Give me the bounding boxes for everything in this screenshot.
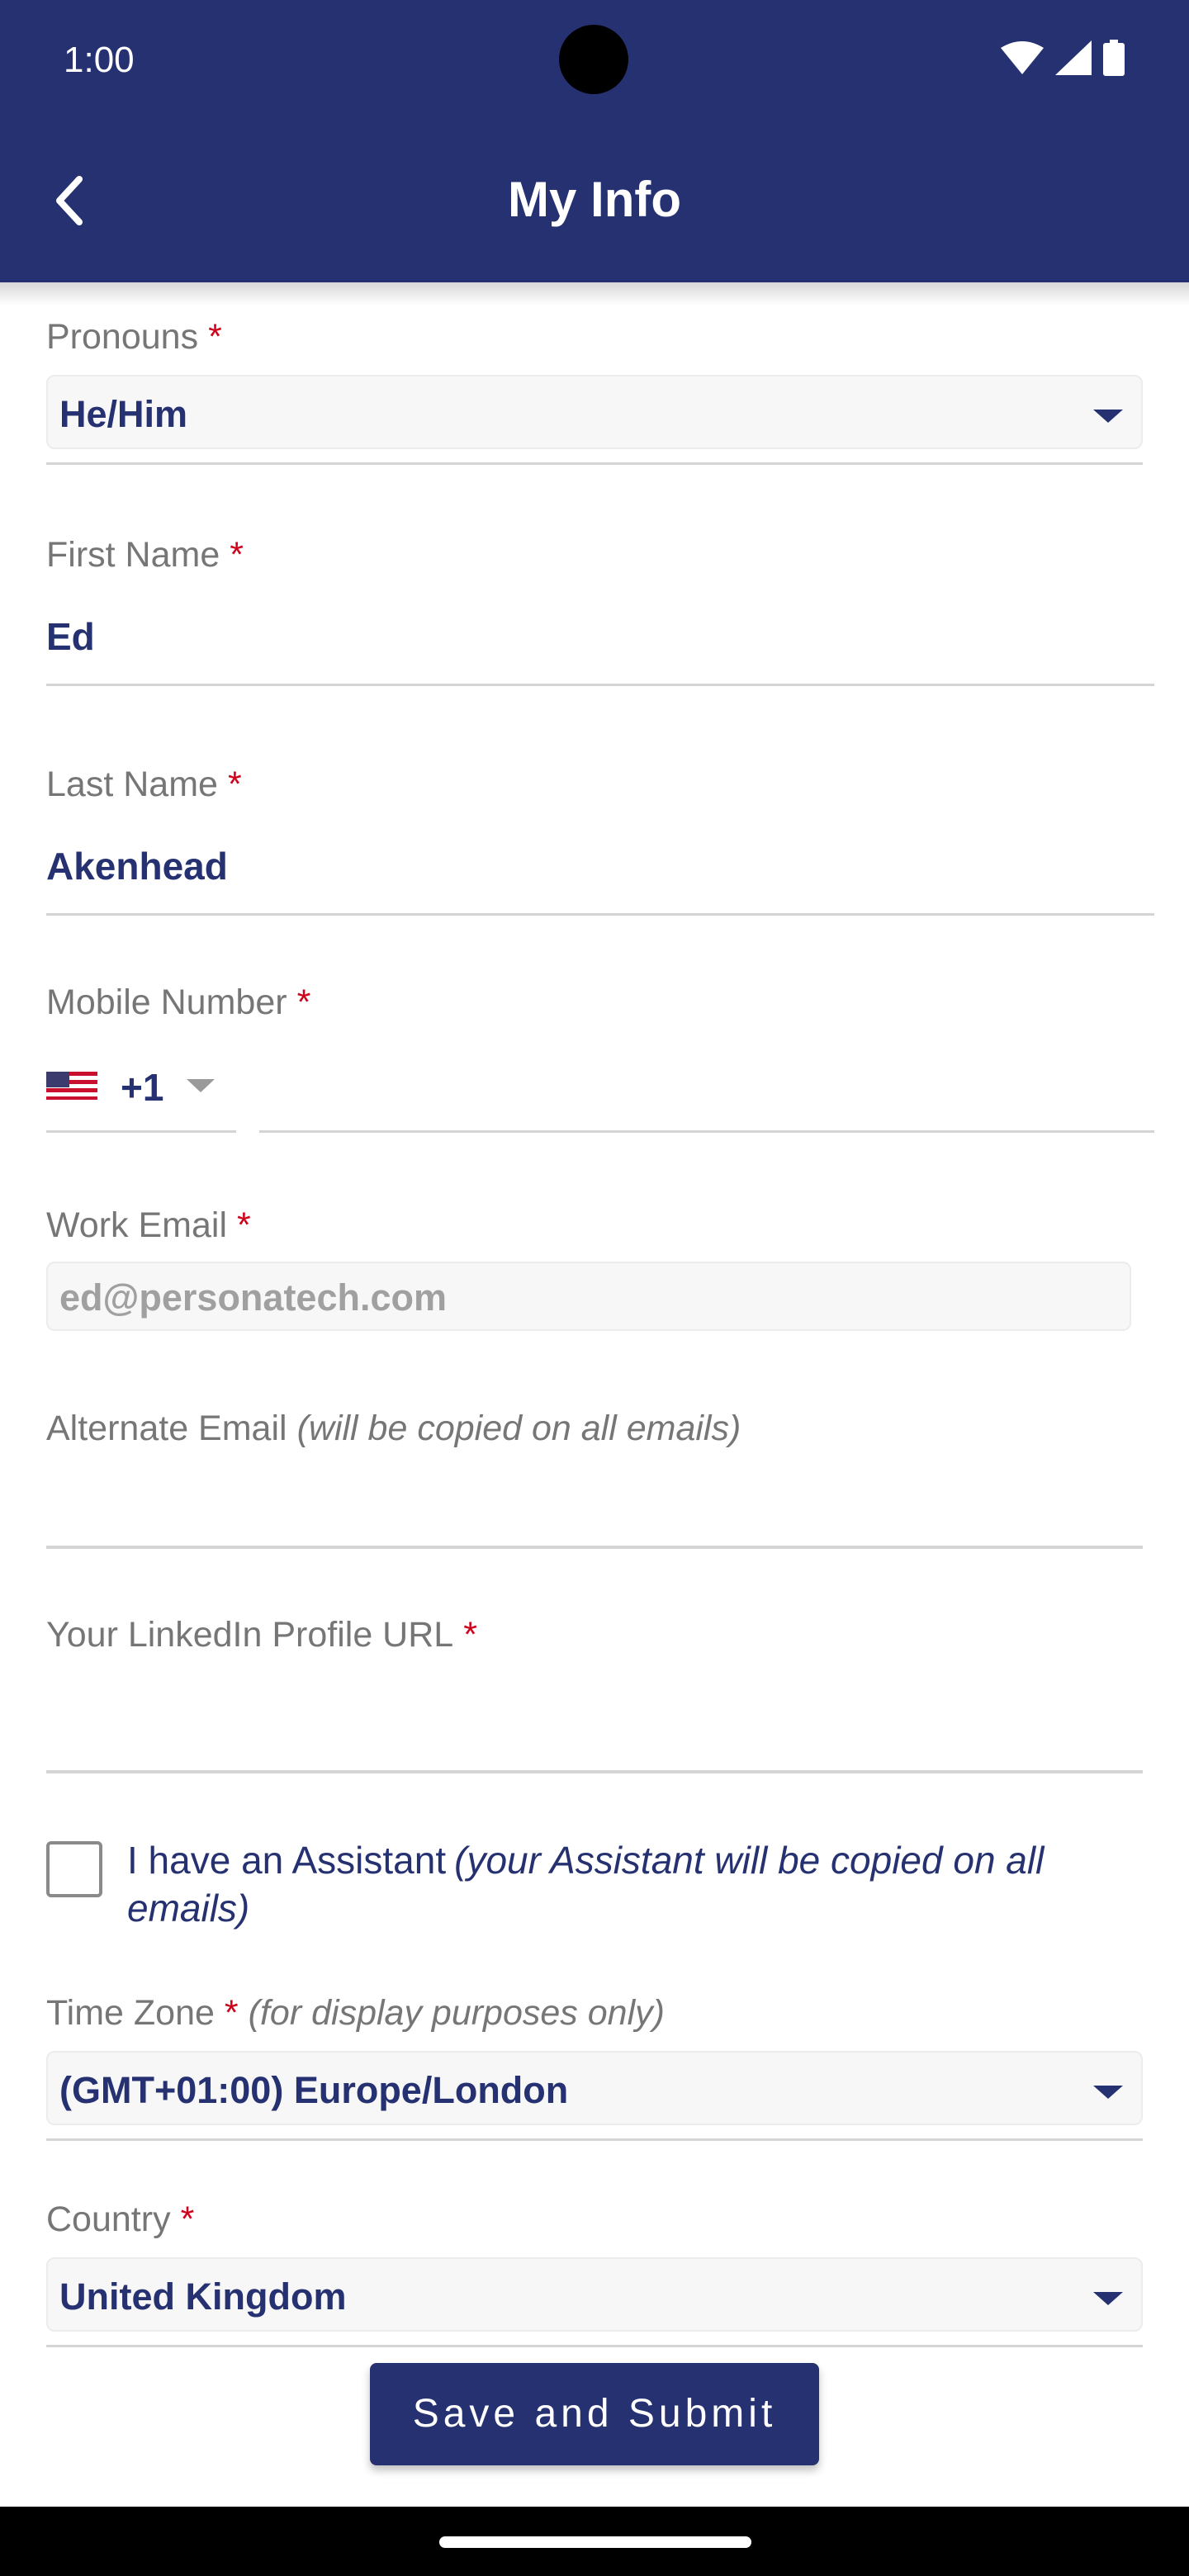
country-code-caret-icon[interactable]: [187, 1079, 215, 1092]
required-mark: *: [230, 535, 244, 575]
pronouns-underline: [46, 462, 1143, 465]
pronouns-label-text: Pronouns: [46, 317, 199, 357]
time-zone-hint: (for display purposes only): [248, 1993, 665, 2033]
linkedin-input[interactable]: [46, 1770, 1143, 1773]
assistant-checkbox[interactable]: [46, 1841, 102, 1897]
page-title: My Info: [508, 172, 681, 227]
alternate-email-input[interactable]: [46, 1546, 1143, 1549]
flag-canton: [46, 1072, 69, 1087]
app-bar: 1:00 My Info: [0, 0, 1189, 282]
last-name-input[interactable]: Akenhead: [46, 844, 228, 888]
required-mark: *: [180, 2200, 195, 2239]
app-bar-shadow: [0, 282, 1189, 305]
wifi-icon: [1001, 40, 1044, 78]
signal-icon: [1055, 40, 1092, 79]
home-gesture-handle[interactable]: [439, 2536, 751, 2548]
required-mark: *: [208, 317, 222, 357]
time-zone-label: Time Zone * (for display purposes only): [46, 1993, 665, 2034]
dropdown-caret-icon: [1093, 410, 1123, 423]
linkedin-label: Your LinkedIn Profile URL *: [46, 1615, 477, 1655]
required-mark: *: [237, 1205, 251, 1245]
country-value: United Kingdom: [59, 2275, 347, 2318]
mobile-number-label-text: Mobile Number: [46, 983, 287, 1022]
time-zone-label-text: Time Zone: [46, 1993, 215, 2033]
alternate-email-label: Alternate Email (will be copied on all em…: [46, 1409, 741, 1449]
country-label: Country *: [46, 2200, 194, 2240]
country-select[interactable]: United Kingdom: [46, 2257, 1143, 2332]
camera-cutout: [559, 25, 628, 94]
first-name-input[interactable]: Ed: [46, 614, 95, 659]
last-name-label: Last Name *: [46, 765, 242, 805]
pronouns-select[interactable]: He/Him: [46, 375, 1143, 449]
last-name-underline: [46, 913, 1154, 916]
battery-icon: [1103, 39, 1125, 80]
linkedin-label-text: Your LinkedIn Profile URL: [46, 1615, 454, 1655]
us-flag-icon[interactable]: [46, 1072, 97, 1100]
required-mark: *: [224, 1993, 239, 2033]
required-mark: *: [227, 765, 242, 804]
first-name-label-text: First Name: [46, 535, 220, 575]
pronouns-value: He/Him: [59, 393, 188, 435]
mobile-number-label: Mobile Number *: [46, 983, 310, 1023]
pronouns-label: Pronouns *: [46, 317, 222, 358]
work-email-field: ed@personatech.com: [46, 1262, 1131, 1331]
work-email-label-text: Work Email: [46, 1205, 228, 1245]
status-time: 1:00: [64, 40, 135, 80]
dropdown-caret-icon: [1093, 2292, 1123, 2305]
first-name-underline: [46, 684, 1154, 686]
first-name-label: First Name *: [46, 535, 244, 575]
time-zone-select[interactable]: (GMT+01:00) Europe/London: [46, 2051, 1143, 2125]
alternate-email-hint: (will be copied on all emails): [296, 1409, 741, 1448]
country-code-underline: [46, 1130, 236, 1133]
required-mark: *: [296, 983, 311, 1022]
time-zone-underline: [46, 2138, 1143, 2141]
assistant-label-text: I have an Assistant: [127, 1839, 447, 1882]
work-email-label: Work Email *: [46, 1205, 251, 1246]
time-zone-value: (GMT+01:00) Europe/London: [59, 2069, 569, 2111]
country-dial-code[interactable]: +1: [121, 1065, 163, 1110]
work-email-value: ed@personatech.com: [59, 1276, 448, 1319]
country-label-text: Country: [46, 2200, 171, 2239]
status-icons: [1001, 39, 1125, 80]
country-underline: [46, 2345, 1143, 2347]
mobile-number-input[interactable]: [259, 1130, 1154, 1133]
required-mark: *: [463, 1615, 477, 1655]
assistant-checkbox-label[interactable]: I have an Assistant (your Assistant will …: [127, 1836, 1151, 1932]
alternate-email-label-text: Alternate Email: [46, 1409, 287, 1448]
last-name-label-text: Last Name: [46, 765, 218, 804]
save-and-submit-button[interactable]: Save and Submit: [370, 2363, 819, 2465]
dropdown-caret-icon: [1093, 2086, 1123, 2099]
